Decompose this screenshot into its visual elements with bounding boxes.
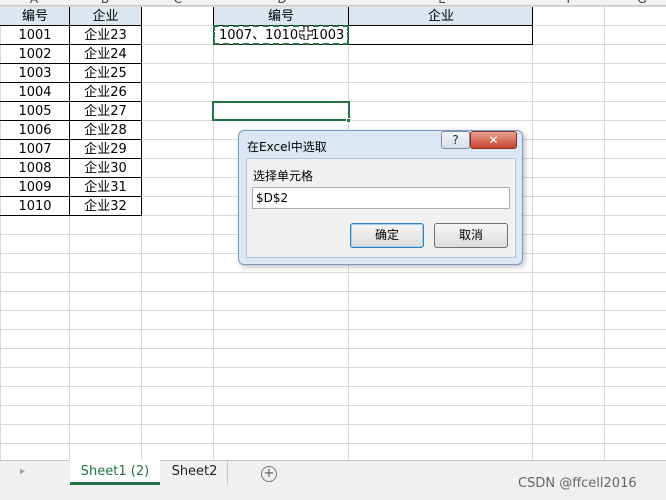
table-border <box>0 158 142 159</box>
table-cell[interactable]: 1001 <box>0 26 70 45</box>
table-border <box>0 177 142 178</box>
help-button[interactable]: ? <box>441 131 470 149</box>
header-cell-id[interactable]: 编号 <box>0 7 70 26</box>
table-cell[interactable]: 企业29 <box>70 140 141 159</box>
gridline <box>604 6 605 460</box>
header-cell-company[interactable]: 企业 <box>70 7 141 26</box>
table-border <box>0 101 142 102</box>
table-cell[interactable]: 1004 <box>0 83 70 102</box>
ok-button[interactable]: 确定 <box>350 223 424 248</box>
table-cell[interactable]: 企业26 <box>70 83 141 102</box>
table-border <box>0 44 142 45</box>
table-border <box>0 139 142 140</box>
table-cell[interactable]: 企业30 <box>70 159 141 178</box>
scroll-tabs-left-icon[interactable]: ▸ <box>20 466 25 477</box>
tab-sheet2[interactable]: Sheet2 <box>162 460 228 485</box>
table-cell[interactable]: 企业27 <box>70 102 141 121</box>
table-border <box>0 120 142 121</box>
table-cell[interactable]: 企业24 <box>70 45 141 64</box>
table-border <box>0 82 142 83</box>
table-cell[interactable]: 1007 <box>0 140 70 159</box>
header-cell-company[interactable]: 企业 <box>349 7 533 26</box>
table-cell[interactable]: 1009 <box>0 178 70 197</box>
fill-handle[interactable] <box>346 118 351 123</box>
gridline <box>213 6 214 460</box>
company-result-cell[interactable] <box>349 26 533 45</box>
table-cell[interactable]: 企业32 <box>70 197 141 216</box>
table-border <box>532 7 533 45</box>
table-cell[interactable]: 企业28 <box>70 121 141 140</box>
table-cell[interactable]: 企业23 <box>70 26 141 45</box>
table-cell[interactable]: 1003 <box>0 64 70 83</box>
dialog-title: 在Excel中选取 <box>247 140 327 154</box>
table-border <box>0 196 142 197</box>
copy-marquee <box>213 25 349 45</box>
table-border <box>0 25 142 26</box>
cell-reference-input[interactable]: $D$2 <box>252 187 510 209</box>
close-button[interactable]: ✕ <box>470 131 517 149</box>
cell-select-cursor-icon <box>299 26 313 40</box>
plus-circle-icon[interactable]: + <box>261 466 277 482</box>
table-cell[interactable]: 企业25 <box>70 64 141 83</box>
active-cell-selection[interactable] <box>212 101 350 121</box>
tab-sheet1-2[interactable]: Sheet1 (2) <box>70 460 160 485</box>
gridline <box>532 6 533 460</box>
cancel-button[interactable]: 取消 <box>434 223 508 248</box>
table-cell[interactable]: 企业31 <box>70 178 141 197</box>
table-cell[interactable]: 1005 <box>0 102 70 121</box>
table-cell[interactable]: 1002 <box>0 45 70 64</box>
table-cell[interactable]: 1008 <box>0 159 70 178</box>
table-cell[interactable]: 1006 <box>0 121 70 140</box>
header-cell-id[interactable]: 编号 <box>213 7 349 26</box>
table-cell[interactable]: 1010 <box>0 197 70 216</box>
table-border <box>0 215 142 216</box>
table-border <box>0 63 142 64</box>
select-cell-label: 选择单元格 <box>253 169 314 183</box>
watermark: CSDN @ffcell2016 <box>518 476 637 491</box>
table-border <box>69 7 70 216</box>
table-border <box>141 7 142 216</box>
